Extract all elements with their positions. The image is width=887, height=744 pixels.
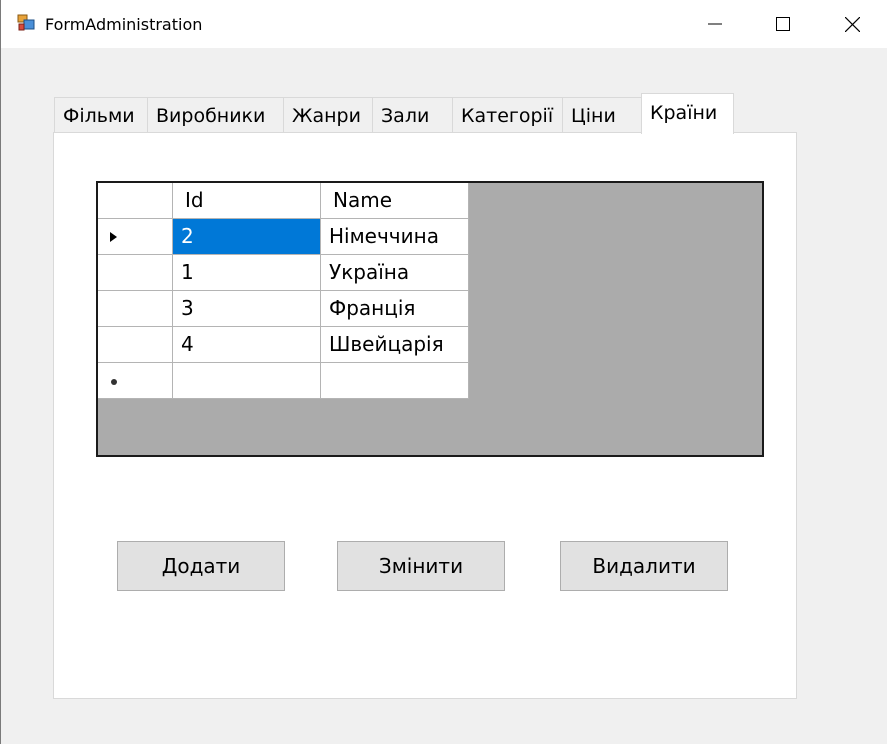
delete-button[interactable]: Видалити: [560, 541, 728, 591]
new-row-header[interactable]: [98, 363, 173, 399]
window-title: FormAdministration: [45, 15, 203, 34]
cell-name[interactable]: Швейцарія: [321, 327, 469, 363]
tab-films[interactable]: Фільми: [54, 97, 148, 133]
column-header-id[interactable]: Id: [173, 183, 321, 219]
tab-halls[interactable]: Зали: [372, 97, 453, 133]
minimize-icon: [708, 23, 722, 25]
row-header[interactable]: [98, 219, 173, 255]
row-header[interactable]: [98, 255, 173, 291]
countries-data-grid[interactable]: Id Name 2 Німеччина 1 Україна 3 Франція …: [96, 181, 764, 457]
new-row-cell-id[interactable]: [173, 363, 321, 399]
tab-prices[interactable]: Ціни: [562, 97, 642, 133]
asterisk-icon: [111, 379, 117, 385]
cell-name[interactable]: Німеччина: [321, 219, 469, 255]
cell-id[interactable]: 1: [173, 255, 321, 291]
title-bar[interactable]: FormAdministration: [1, 0, 887, 48]
grid-corner-header[interactable]: [98, 183, 173, 219]
cell-name[interactable]: Україна: [321, 255, 469, 291]
close-icon: [844, 16, 860, 32]
app-icon: [17, 14, 35, 31]
minimize-button[interactable]: [681, 0, 749, 48]
tab-categories[interactable]: Категорії: [452, 97, 563, 133]
tab-countries[interactable]: Країни: [641, 93, 734, 134]
edit-button[interactable]: Змінити: [337, 541, 505, 591]
close-button[interactable]: [818, 0, 886, 48]
triangle-right-icon: [110, 232, 117, 242]
row-header[interactable]: [98, 327, 173, 363]
add-button[interactable]: Додати: [117, 541, 285, 591]
column-header-name[interactable]: Name: [321, 183, 469, 219]
cell-id[interactable]: 4: [173, 327, 321, 363]
cell-id[interactable]: 3: [173, 291, 321, 327]
cell-id[interactable]: 2: [173, 219, 321, 255]
main-window: FormAdministration Фільми Виробники Жанр…: [0, 0, 887, 744]
row-header[interactable]: [98, 291, 173, 327]
tab-genres[interactable]: Жанри: [283, 97, 373, 133]
cell-name[interactable]: Франція: [321, 291, 469, 327]
tab-producers[interactable]: Виробники: [147, 97, 284, 133]
maximize-button[interactable]: [749, 0, 817, 48]
maximize-icon: [776, 17, 790, 31]
new-row-cell-name[interactable]: [321, 363, 469, 399]
